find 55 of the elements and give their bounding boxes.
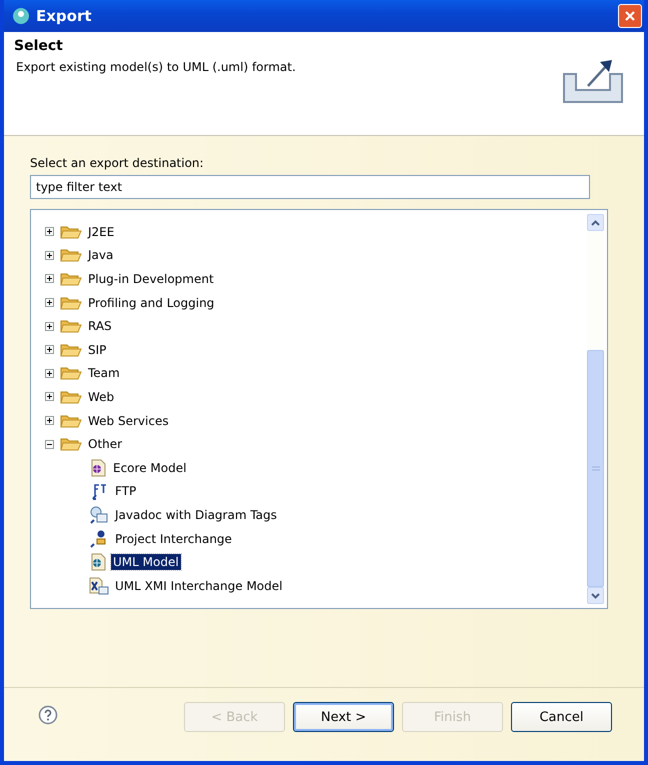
window-title: Export: [36, 7, 93, 25]
folder-icon: [60, 224, 82, 240]
grip-icon: [592, 466, 600, 471]
folder-icon: [60, 270, 82, 287]
folder-icon: [60, 412, 82, 429]
destination-label: Select an export destination:: [30, 156, 205, 170]
document-icon: [89, 458, 107, 477]
tree-item[interactable]: FTP: [113, 483, 138, 500]
tree-item[interactable]: UML XMI Interchange Model: [113, 578, 284, 594]
scroll-down-icon: [591, 592, 600, 598]
scroll-up-icon: [591, 220, 600, 226]
expand-icon[interactable]: [45, 298, 54, 308]
expand-icon[interactable]: [45, 227, 54, 236]
folder-icon: [60, 318, 82, 334]
app-icon: [12, 7, 30, 25]
tree-item[interactable]: Team: [86, 365, 122, 382]
next-button[interactable]: Next >: [293, 702, 394, 732]
tree-item[interactable]: Javadoc with Diagram Tags: [113, 506, 279, 523]
expand-icon[interactable]: [45, 250, 54, 260]
tree-item[interactable]: J2EE: [86, 224, 116, 240]
folder-icon: [60, 436, 82, 452]
folder-icon: [60, 247, 82, 264]
tree-item[interactable]: Plug-in Development: [86, 270, 216, 287]
folder-icon: [60, 388, 82, 405]
scrollbar[interactable]: [587, 214, 604, 604]
tree-item[interactable]: Project Interchange: [113, 530, 234, 547]
expand-icon[interactable]: [45, 322, 54, 331]
expand-icon[interactable]: [45, 368, 54, 378]
page-title: Select: [14, 38, 64, 54]
close-icon: [624, 10, 636, 22]
tree-item[interactable]: Ecore Model: [111, 460, 188, 476]
expand-icon[interactable]: [45, 416, 54, 426]
expand-icon[interactable]: [45, 392, 54, 402]
diagram-document-icon: [89, 506, 109, 524]
folder-icon: [60, 365, 82, 382]
expand-icon[interactable]: [45, 274, 54, 284]
tree-item[interactable]: Web Services: [86, 412, 171, 429]
tree-item[interactable]: Profiling and Logging: [86, 294, 216, 311]
dialog-button[interactable]: Cancel: [511, 702, 612, 732]
collapse-icon[interactable]: [45, 440, 54, 449]
tree-item[interactable]: UML Model: [111, 554, 181, 570]
tree-item[interactable]: SIP: [86, 342, 108, 358]
tree-item[interactable]: Other: [86, 436, 124, 452]
document-icon: [89, 553, 107, 572]
help-icon[interactable]: [38, 705, 58, 725]
folder-icon: [60, 294, 82, 311]
tree-item[interactable]: Java: [86, 247, 116, 264]
xml-document-icon: [89, 576, 109, 595]
filter-field[interactable]: type filter text: [30, 175, 590, 199]
close-button[interactable]: [618, 4, 642, 28]
tree-item[interactable]: Web: [86, 388, 116, 405]
expand-icon[interactable]: [45, 345, 54, 354]
folder-icon: [60, 342, 82, 358]
page-description: Export existing model(s) to UML (.uml) format.: [16, 60, 296, 74]
tree-item[interactable]: RAS: [86, 318, 114, 334]
